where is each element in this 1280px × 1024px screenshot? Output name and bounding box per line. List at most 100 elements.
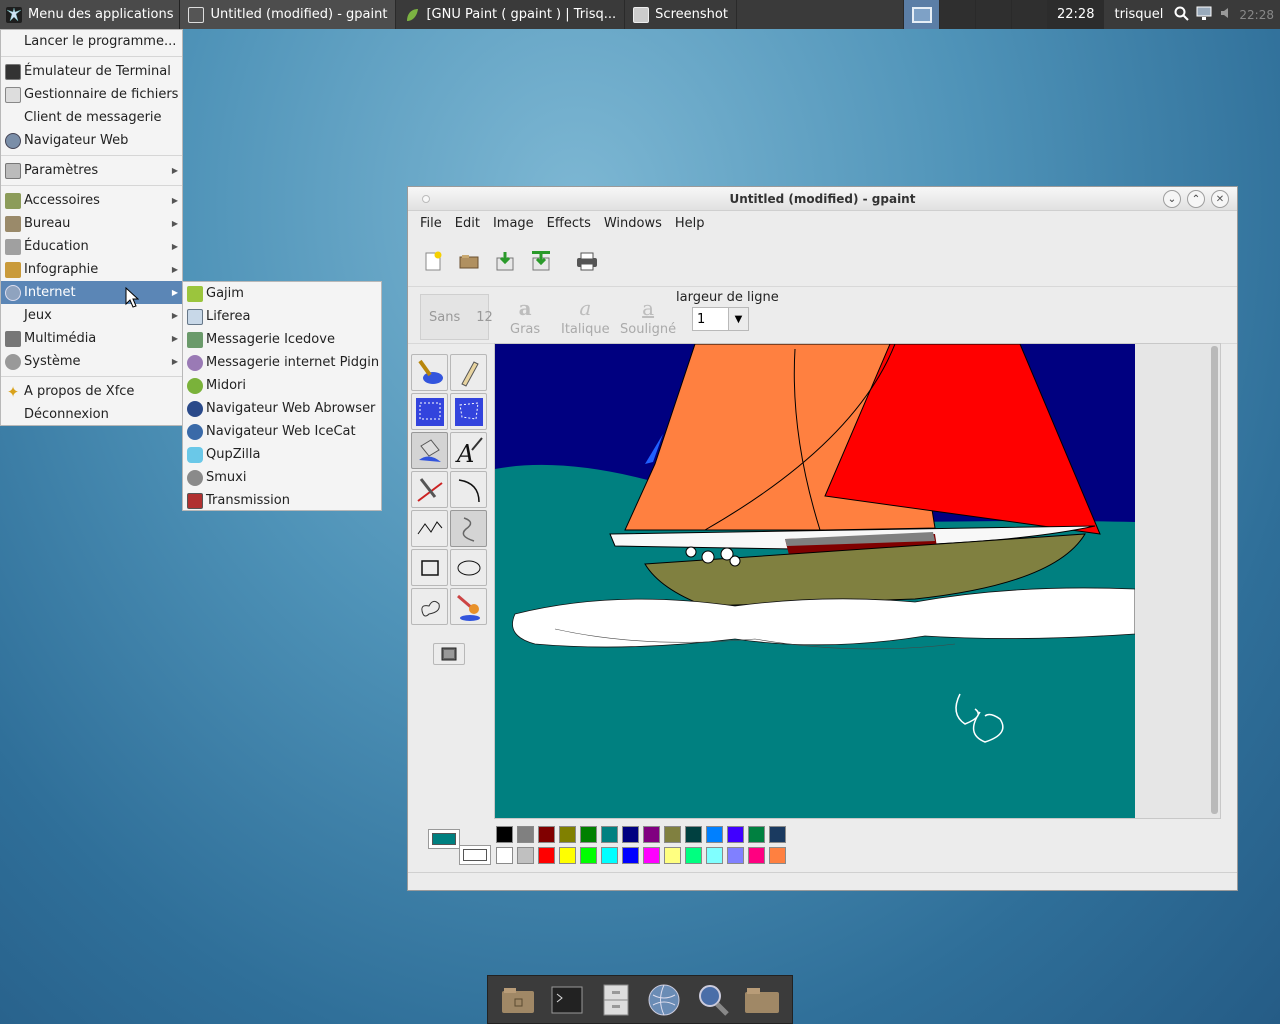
menu-item-office[interactable]: Bureau ▶ xyxy=(1,212,182,235)
palette-swatch[interactable] xyxy=(517,826,534,843)
submenu-item-pidgin[interactable]: Messagerie internet Pidgin xyxy=(183,351,381,374)
dock-home-folder[interactable] xyxy=(499,981,537,1019)
search-icon[interactable] xyxy=(1173,5,1190,25)
menu-edit[interactable]: Edit xyxy=(455,216,480,231)
palette-swatch[interactable] xyxy=(559,847,576,864)
palette-swatch[interactable] xyxy=(517,847,534,864)
palette-swatch[interactable] xyxy=(727,847,744,864)
palette-swatch[interactable] xyxy=(538,847,555,864)
grid-toggle-button[interactable] xyxy=(433,643,465,665)
user-name[interactable]: trisquel xyxy=(1104,7,1173,22)
curve-tool[interactable] xyxy=(450,471,487,508)
line-tool[interactable] xyxy=(411,471,448,508)
underline-toggle[interactable]: a Souligné xyxy=(620,296,676,337)
workspace-1[interactable] xyxy=(903,0,939,29)
submenu-item-icecat[interactable]: Navigateur Web IceCat xyxy=(183,420,381,443)
window-menu-icon[interactable] xyxy=(422,195,430,203)
menu-item-settings[interactable]: Paramètres ▶ xyxy=(1,159,182,182)
palette-swatch[interactable] xyxy=(727,826,744,843)
palette-swatch[interactable] xyxy=(664,826,681,843)
text-tool[interactable]: A xyxy=(450,432,487,469)
menu-item-accessories[interactable]: Accessoires ▶ xyxy=(1,189,182,212)
dock-folder[interactable] xyxy=(743,981,781,1019)
menu-item-games[interactable]: Jeux ▶ xyxy=(1,304,182,327)
submenu-item-transmission[interactable]: Transmission xyxy=(183,489,381,512)
freehand-tool[interactable] xyxy=(450,510,487,547)
dock-web-browser[interactable] xyxy=(645,981,683,1019)
panel-clock[interactable]: 22:28 xyxy=(1047,0,1105,29)
menu-item-web-browser[interactable]: Navigateur Web xyxy=(1,129,182,152)
menu-item-terminal[interactable]: Émulateur de Terminal xyxy=(1,60,182,83)
bold-toggle[interactable]: a Gras xyxy=(510,296,540,337)
submenu-item-midori[interactable]: Midori xyxy=(183,374,381,397)
foreground-color-button[interactable] xyxy=(428,829,460,849)
maximize-button[interactable]: ⌃ xyxy=(1187,190,1205,208)
menu-windows[interactable]: Windows xyxy=(604,216,662,231)
task-browser[interactable]: [GNU Paint ( gpaint ) | Trisq... xyxy=(396,0,626,29)
palette-swatch[interactable] xyxy=(769,847,786,864)
dock-terminal[interactable] xyxy=(548,981,586,1019)
palette-swatch[interactable] xyxy=(622,826,639,843)
rect-select-tool[interactable] xyxy=(411,393,448,430)
task-screenshot[interactable]: Screenshot xyxy=(625,0,737,29)
menu-item-multimedia[interactable]: Multimédia ▶ xyxy=(1,327,182,350)
workspace-switcher[interactable] xyxy=(903,0,1047,29)
palette-swatch[interactable] xyxy=(664,847,681,864)
volume-icon[interactable] xyxy=(1219,5,1233,25)
vertical-scrollbar[interactable] xyxy=(1211,346,1218,814)
menu-item-run-program[interactable]: Lancer le programme... xyxy=(1,30,182,53)
menu-help[interactable]: Help xyxy=(675,216,705,231)
save-as-button[interactable] xyxy=(528,248,554,274)
chevron-down-icon[interactable]: ▼ xyxy=(728,308,748,330)
submenu-item-abrowser[interactable]: Navigateur Web Abrowser xyxy=(183,397,381,420)
palette-swatch[interactable] xyxy=(559,826,576,843)
workspace-2[interactable] xyxy=(939,0,975,29)
submenu-item-icedove[interactable]: Messagerie Icedove xyxy=(183,328,381,351)
palette-swatch[interactable] xyxy=(769,826,786,843)
menu-effects[interactable]: Effects xyxy=(547,216,591,231)
oval-tool[interactable] xyxy=(450,549,487,586)
print-button[interactable] xyxy=(574,248,600,274)
free-select-tool[interactable] xyxy=(450,393,487,430)
save-button[interactable] xyxy=(492,248,518,274)
pen-fill-tool[interactable] xyxy=(411,354,448,391)
palette-swatch[interactable] xyxy=(601,826,618,843)
window-titlebar[interactable]: Untitled (modified) - gpaint ⌄ ⌃ ✕ xyxy=(408,187,1237,211)
open-button[interactable] xyxy=(456,248,482,274)
workspace-4[interactable] xyxy=(1011,0,1047,29)
palette-swatch[interactable] xyxy=(706,826,723,843)
new-button[interactable] xyxy=(420,248,446,274)
palette-swatch[interactable] xyxy=(580,826,597,843)
pencil-tool[interactable] xyxy=(450,354,487,391)
polyline-tool[interactable] xyxy=(411,510,448,547)
drawing-canvas[interactable] xyxy=(495,344,1135,818)
minimize-button[interactable]: ⌄ xyxy=(1163,190,1181,208)
palette-swatch[interactable] xyxy=(538,826,555,843)
menu-item-logout[interactable]: Déconnexion xyxy=(1,403,182,426)
workspace-3[interactable] xyxy=(975,0,1011,29)
palette-swatch[interactable] xyxy=(748,847,765,864)
font-selector[interactable]: Sans 12 xyxy=(420,294,493,340)
palette-swatch[interactable] xyxy=(748,826,765,843)
applications-menu-button[interactable]: Menu des applications xyxy=(0,0,181,29)
submenu-item-qupzilla[interactable]: QupZilla xyxy=(183,443,381,466)
submenu-item-liferea[interactable]: Liferea xyxy=(183,305,381,328)
tray-clock[interactable]: 22:28 xyxy=(1239,8,1274,22)
palette-swatch[interactable] xyxy=(706,847,723,864)
palette-swatch[interactable] xyxy=(580,847,597,864)
menu-item-education[interactable]: Éducation ▶ xyxy=(1,235,182,258)
palette-swatch[interactable] xyxy=(685,826,702,843)
network-icon[interactable] xyxy=(1195,5,1213,25)
rectangle-tool[interactable] xyxy=(411,549,448,586)
menu-item-mail-client[interactable]: Client de messagerie xyxy=(1,106,182,129)
palette-swatch[interactable] xyxy=(496,847,513,864)
paintbrush-tool[interactable] xyxy=(450,588,487,625)
palette-swatch[interactable] xyxy=(685,847,702,864)
menu-item-file-manager[interactable]: Gestionnaire de fichiers xyxy=(1,83,182,106)
palette-swatch[interactable] xyxy=(643,847,660,864)
menu-item-graphics[interactable]: Infographie ▶ xyxy=(1,258,182,281)
closed-freehand-tool[interactable] xyxy=(411,588,448,625)
menu-item-system[interactable]: Système ▶ xyxy=(1,350,182,373)
submenu-item-gajim[interactable]: Gajim xyxy=(183,282,381,305)
canvas-scroll-area[interactable] xyxy=(494,343,1221,819)
